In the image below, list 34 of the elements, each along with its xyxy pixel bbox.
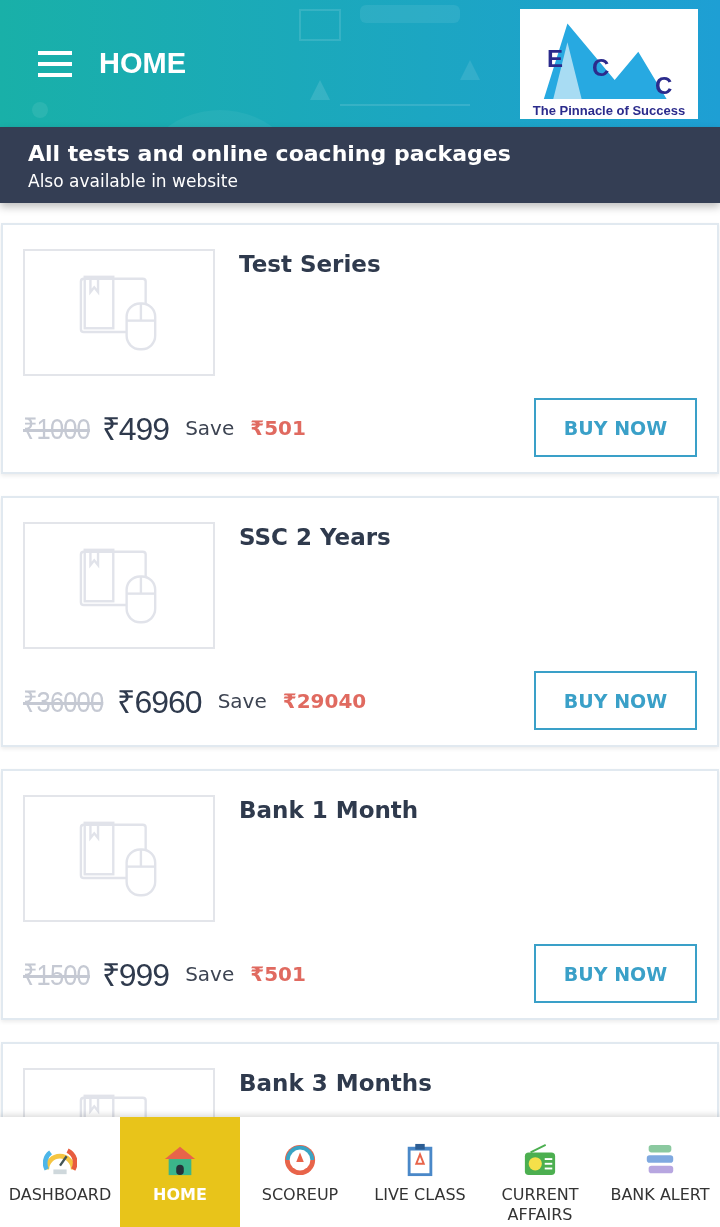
package-card[interactable]: Test Series ₹1000 ₹499 Save ₹501 BUY NOW <box>1 223 719 474</box>
price: ₹6960 <box>117 683 202 722</box>
original-price: ₹1000 <box>23 411 90 447</box>
compass-icon <box>283 1143 317 1177</box>
package-name: Bank 1 Month <box>239 797 419 825</box>
package-card[interactable]: SSC 2 Years ₹36000 ₹6960 Save ₹29040 BUY NOW <box>1 496 719 747</box>
price: ₹999 <box>101 956 170 995</box>
package-card[interactable]: Bank 1 Month ₹1500 ₹999 Save ₹501 BUY NOW <box>1 769 719 1020</box>
nav-tab[interactable]: LIVE CLASS <box>360 1117 480 1227</box>
save-label: Save <box>185 415 235 440</box>
book-mouse-icon <box>79 819 159 898</box>
book-mouse-icon <box>79 273 159 352</box>
price: ₹499 <box>101 410 170 449</box>
nav-tab[interactable]: SCOREUP <box>240 1117 360 1227</box>
radio-icon <box>523 1143 557 1177</box>
banner-subtitle: Also available in website <box>28 171 239 191</box>
banner-title: All tests and online coaching packages <box>28 141 512 166</box>
nav-tab[interactable]: BANK ALERT <box>600 1117 720 1227</box>
save-label: Save <box>217 688 267 713</box>
saving-amount: ₹29040 <box>282 688 368 713</box>
nav-tab[interactable]: CURRENT AFFAIRS <box>480 1117 600 1227</box>
package-name: SSC 2 Years <box>239 524 391 552</box>
logo-letter: C <box>655 71 673 100</box>
saving-amount: ₹501 <box>250 961 307 986</box>
page-title: HOME <box>99 47 187 80</box>
save-label: Save <box>185 961 235 986</box>
original-price: ₹36000 <box>23 684 104 720</box>
package-name: Bank 3 Months <box>239 1070 432 1098</box>
original-price: ₹1500 <box>23 957 90 993</box>
saving-amount: ₹501 <box>250 415 307 440</box>
package-name: Test Series <box>239 251 381 279</box>
menu-icon[interactable] <box>38 50 72 77</box>
nav-tab[interactable]: DASHBOARD <box>0 1117 120 1227</box>
book-mouse-icon <box>79 546 159 625</box>
